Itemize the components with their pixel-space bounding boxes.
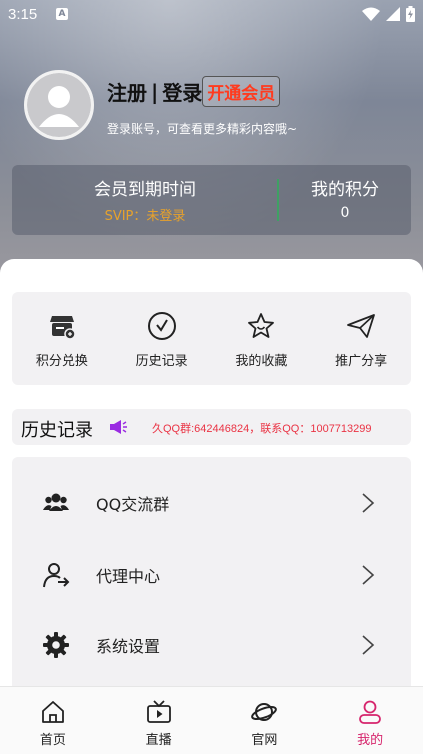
tab-live[interactable]: 直播 bbox=[106, 687, 212, 754]
expiry-value: SVIP：未登录 bbox=[104, 209, 186, 224]
tab-label: 直播 bbox=[145, 733, 172, 748]
quick-share[interactable]: 推广分享 bbox=[311, 292, 411, 385]
store-icon bbox=[49, 316, 76, 340]
clock-icon bbox=[147, 312, 176, 340]
signal-icon bbox=[386, 7, 400, 21]
quick-label: 我的收藏 bbox=[235, 354, 288, 369]
quick-favorites[interactable]: 我的收藏 bbox=[212, 292, 312, 385]
notification-icon: A bbox=[56, 8, 68, 20]
quick-actions: 积分兑换 历史记录 我的收藏 推广分享 bbox=[12, 292, 411, 385]
paper-plane-icon bbox=[347, 314, 376, 338]
home-icon bbox=[41, 701, 64, 723]
history-title: 历史记录 bbox=[21, 420, 93, 441]
user-icon bbox=[359, 700, 382, 724]
menu-label: 代理中心 bbox=[96, 567, 161, 586]
avatar[interactable] bbox=[24, 70, 94, 140]
quick-points-exchange[interactable]: 积分兑换 bbox=[12, 292, 112, 385]
tab-label: 我的 bbox=[357, 733, 384, 748]
profile-header-background bbox=[0, 0, 423, 290]
login-hint: 登录账号，可查看更多精彩内容哦~ bbox=[107, 122, 298, 136]
menu-item-qq-group[interactable]: QQ交流群 bbox=[12, 473, 411, 533]
status-bar: 3:15 A bbox=[0, 0, 423, 30]
login-link[interactable]: 登录 bbox=[162, 77, 202, 106]
gear-icon bbox=[43, 632, 69, 658]
agent-icon bbox=[43, 563, 70, 588]
member-card: 会员到期时间 SVIP：未登录 我的积分 0 bbox=[12, 165, 411, 235]
bottom-tab-bar: 首页 直播 官网 我的 bbox=[0, 686, 423, 754]
quick-label: 历史记录 bbox=[135, 354, 188, 369]
menu-label: 系统设置 bbox=[96, 637, 161, 656]
status-icons bbox=[362, 6, 415, 22]
star-icon bbox=[248, 313, 275, 338]
tab-label: 官网 bbox=[251, 733, 278, 748]
points-value: 0 bbox=[340, 205, 350, 221]
tab-official-site[interactable]: 官网 bbox=[212, 687, 318, 754]
quick-history[interactable]: 历史记录 bbox=[112, 292, 212, 385]
tab-home[interactable]: 首页 bbox=[0, 687, 106, 754]
history-bar[interactable]: 历史记录 久QQ群:642446824，联系QQ：1007713299 bbox=[12, 409, 411, 445]
notice-marquee: 久QQ群:642446824，联系QQ：1007713299 bbox=[152, 423, 372, 435]
quick-label: 积分兑换 bbox=[35, 354, 88, 369]
menu-label: QQ交流群 bbox=[96, 495, 170, 514]
my-points[interactable]: 我的积分 0 bbox=[279, 165, 411, 235]
tv-icon bbox=[146, 700, 171, 723]
menu-item-agent-center[interactable]: 代理中心 bbox=[12, 545, 411, 605]
chevron-right-icon bbox=[362, 565, 375, 585]
register-link[interactable]: 注册 bbox=[107, 77, 147, 106]
open-vip-button[interactable]: 开通会员 bbox=[202, 76, 281, 107]
points-title: 我的积分 bbox=[311, 180, 379, 200]
chevron-right-icon bbox=[362, 635, 375, 655]
expiry-title: 会员到期时间 bbox=[94, 180, 196, 200]
group-icon bbox=[43, 493, 69, 511]
quick-label: 推广分享 bbox=[335, 354, 388, 369]
menu-item-settings[interactable]: 系统设置 bbox=[12, 615, 411, 675]
tab-label: 首页 bbox=[39, 733, 66, 748]
membership-expiry[interactable]: 会员到期时间 SVIP：未登录 bbox=[12, 165, 278, 235]
settings-menu: QQ交流群 代理中心 系统设置 bbox=[12, 457, 411, 693]
chevron-right-icon bbox=[362, 493, 375, 513]
tab-mine[interactable]: 我的 bbox=[317, 687, 423, 754]
wifi-icon bbox=[362, 7, 380, 21]
auth-row: 注册 | 登录 开通会员 bbox=[107, 76, 281, 107]
default-avatar-icon bbox=[27, 73, 91, 137]
battery-icon bbox=[406, 6, 415, 22]
planet-icon bbox=[251, 703, 278, 721]
megaphone-icon bbox=[110, 420, 127, 434]
auth-separator: | bbox=[151, 79, 159, 104]
status-time: 3:15 bbox=[8, 6, 38, 23]
